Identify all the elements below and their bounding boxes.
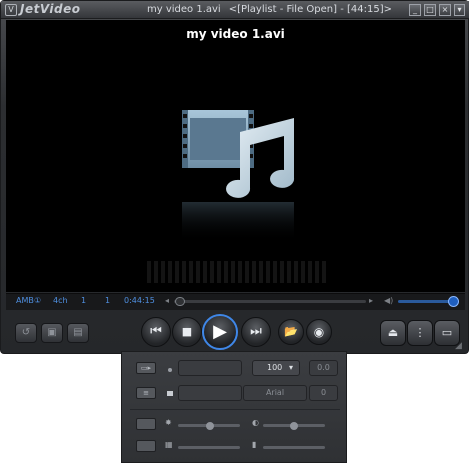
seek-handle[interactable] (174, 297, 185, 306)
chevron-down-icon: ▾ (288, 363, 293, 372)
open-disc-button[interactable]: ◉ (306, 319, 332, 345)
video-display[interactable]: my video 1.avi (6, 20, 465, 292)
brightness-icon: ✸ (165, 418, 172, 427)
menu-button[interactable]: ▾ (454, 4, 465, 16)
next-button[interactable]: ⏭ (241, 317, 271, 347)
previous-button[interactable]: ⏮ (141, 317, 171, 347)
seek-back-icon: ◂ (165, 296, 170, 305)
subtitle-font-field[interactable]: Arial (243, 385, 307, 401)
audio-mode-label[interactable]: AMB (16, 296, 34, 305)
brand-name: JetVideo (20, 2, 81, 16)
minimize-button[interactable]: _ (409, 4, 421, 16)
seek-track[interactable] (174, 300, 366, 303)
app-logo-icon: V (5, 4, 17, 16)
saturation-icon: ▦ (165, 440, 173, 449)
audio-mode-icon: ① (34, 296, 42, 305)
playlist-toggle-button[interactable]: ▤ (67, 323, 89, 343)
hue-track[interactable] (263, 446, 325, 449)
brightness-preset-button[interactable] (136, 418, 156, 430)
elapsed-time: 0:44:15 (124, 296, 155, 305)
panel-divider (130, 409, 340, 410)
close-button[interactable]: × (439, 4, 451, 16)
seek-forward-icon: ▸ (369, 296, 374, 305)
aspect-ratio-field[interactable] (178, 360, 242, 376)
title-mode: <[Playlist - File Open] - [44:15]> (228, 4, 392, 15)
snapshot-button[interactable]: ▣ (41, 323, 63, 343)
hue-icon: ▮ (252, 440, 257, 449)
subtitle-color-swatch[interactable] (167, 391, 173, 396)
subtitle-icon: ≡ (136, 387, 156, 399)
subtitle-file-field[interactable] (178, 385, 242, 401)
contrast-icon: ◐ (252, 418, 259, 427)
audio-channel-label[interactable]: 4ch (53, 296, 68, 305)
resize-grip-icon[interactable]: ◢ (455, 341, 465, 351)
play-button[interactable]: ▶ (202, 314, 238, 350)
speaker-icon[interactable]: ◀) (384, 296, 393, 305)
brightness-handle[interactable] (206, 422, 214, 430)
open-file-button[interactable]: 📂 (278, 319, 304, 345)
offset-field[interactable]: 0.0 (309, 360, 338, 376)
chapter-number: 1 (105, 296, 111, 305)
contrast-handle[interactable] (290, 422, 298, 430)
title-file: my video 1.avi (147, 4, 221, 15)
settings-panel: ▭▸ 100 ▾ 0.0 ≡ Arial 0 ✸ ◐ ▦ ▮ (121, 351, 347, 463)
media-placeholder-icon (182, 110, 295, 242)
video-overlay-title: my video 1.avi (186, 27, 285, 41)
stop-button[interactable]: ■ (172, 317, 202, 347)
title-bar[interactable]: V JetVideo my video 1.avi <[Playlist - Fi… (1, 1, 469, 19)
repeat-button[interactable]: ↺ (15, 323, 37, 343)
maximize-button[interactable]: □ (424, 4, 436, 16)
volume-handle[interactable] (447, 296, 459, 307)
eject-button[interactable]: ⏏ (380, 320, 406, 346)
saturation-track[interactable] (178, 446, 240, 449)
player-window: V JetVideo my video 1.avi <[Playlist - Fi… (0, 0, 469, 354)
zoom-select[interactable]: 100 ▾ (252, 360, 300, 376)
video-zoom-icon: ▭▸ (136, 362, 156, 374)
row1-indicator (168, 368, 172, 372)
subtitle-size-field[interactable]: 0 (309, 385, 338, 401)
options-button[interactable]: ⋮ (407, 320, 433, 346)
status-seek-bar: AMB ① 4ch 1 1 0:44:15 ◂ ▸ ◀) (6, 293, 465, 310)
color-preset-button[interactable] (136, 440, 156, 452)
track-number: 1 (81, 296, 87, 305)
zoom-value: 100 (267, 363, 283, 372)
window-title: my video 1.avi <[Playlist - File Open] - … (147, 4, 400, 15)
